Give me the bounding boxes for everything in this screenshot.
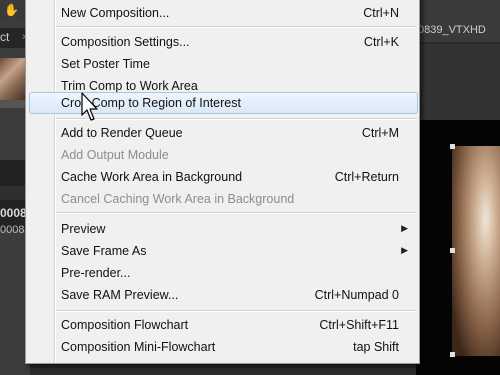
menu-item-shortcut: Ctrl+Numpad 0 [314,288,399,302]
layer-handle[interactable] [450,248,455,253]
menu-item-label: Composition Flowchart [61,318,189,332]
menu-item-label: Preview [61,222,106,236]
menu-separator [56,26,416,28]
menu-item-composition-mini-flowchart[interactable]: Composition Mini-Flowchart tap Shift [26,336,419,358]
menu-item-label: New Composition... [61,6,170,20]
menu-item-label: Cancel Caching Work Area in Background [61,192,295,206]
menu-separator [56,118,416,120]
menu-item-shortcut: Ctrl+Return [334,170,399,184]
menu-item-shortcut: tap Shift [353,340,399,354]
submenu-arrow-icon: ▶ [401,223,408,233]
menu-item-label: Save RAM Preview... [61,288,179,302]
menu-item-add-output-module: Add Output Module [26,144,419,166]
menu-item-shortcut: Ctrl+K [363,35,399,49]
menu-item-shortcut: Ctrl+N [363,6,399,20]
submenu-arrow-icon: ▶ [401,245,408,255]
project-panel-tab-label: ct [0,30,10,44]
menu-item-label: Set Poster Time [61,57,150,71]
menu-item-add-to-render-queue[interactable]: Add to Render Queue Ctrl+M [26,122,419,144]
menu-item-cache-work-area[interactable]: Cache Work Area in Background Ctrl+Retur… [26,166,419,188]
menu-item-cancel-caching: Cancel Caching Work Area in Background [26,188,419,210]
footage-thumbnail [0,58,28,100]
layer-handle[interactable] [450,144,455,149]
menu-item-shortcut: Ctrl+Shift+F11 [319,318,399,332]
hand-tool-icon[interactable]: ✋ [4,3,19,17]
menu-item-label: Add to Render Queue [61,126,183,140]
menu-item-label: Pre-render... [61,266,131,280]
menu-item-composition-flowchart[interactable]: Composition Flowchart Ctrl+Shift+F11 [26,314,419,336]
menu-item-save-frame-as[interactable]: Save Frame As ▶ [26,240,419,262]
menu-item-set-poster-time[interactable]: Set Poster Time [26,53,419,75]
arrow-pointer-icon [81,92,98,121]
menu-item-pre-render[interactable]: Pre-render... [26,262,419,284]
menu-item-label: Save Frame As [61,244,147,258]
layer-handle[interactable] [450,352,455,357]
composition-menu: New Composition... Ctrl+N Composition Se… [25,0,420,364]
menu-item-label: Composition Mini-Flowchart [61,340,216,354]
menu-item-label: Cache Work Area in Background [61,170,243,184]
thumbnail-scrollbar[interactable] [0,100,28,108]
menu-item-save-ram-preview[interactable]: Save RAM Preview... Ctrl+Numpad 0 [26,284,419,306]
menu-item-label: Composition Settings... [61,35,190,49]
menu-item-label: Add Output Module [61,148,169,162]
menu-item-new-composition[interactable]: New Composition... Ctrl+N [26,2,419,24]
footage-layer[interactable] [452,146,500,356]
menu-item-composition-settings[interactable]: Composition Settings... Ctrl+K [26,31,419,53]
menu-item-shortcut: Ctrl+M [361,126,399,140]
menu-separator [56,310,416,312]
composition-tab-label: 0839_VTXHD [418,24,486,36]
menu-separator [56,212,416,214]
menu-item-label: Trim Comp to Work Area [61,79,198,93]
menu-item-preview[interactable]: Preview ▶ [26,218,419,240]
